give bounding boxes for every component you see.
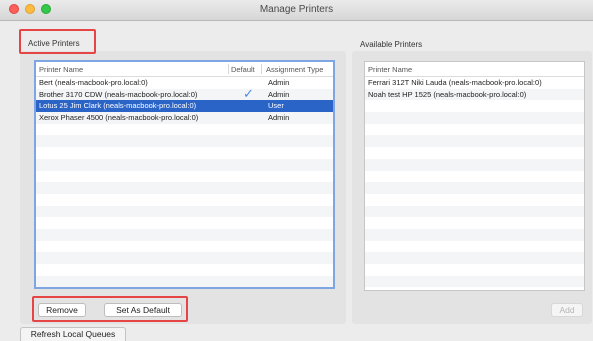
table-row: [36, 228, 333, 241]
table-row: [36, 194, 333, 206]
remove-button[interactable]: Remove: [38, 303, 86, 317]
refresh-local-queues-button[interactable]: Refresh Local Queues: [20, 327, 126, 341]
table-row: [36, 241, 333, 253]
table-row: [36, 275, 333, 287]
table-row: [365, 147, 584, 159]
table-row: [36, 182, 333, 194]
table-row: [365, 100, 584, 112]
add-button[interactable]: Add: [551, 303, 583, 317]
assignment-type-cell: Admin: [268, 89, 290, 99]
assignment-type-cell: User: [268, 101, 284, 111]
printer-name-cell: Ferrari 312T Niki Lauda (neals-macbook-p…: [368, 78, 542, 87]
table-row: [365, 158, 584, 171]
table-row: [36, 171, 333, 183]
table-row: [365, 135, 584, 148]
table-row: [365, 171, 584, 183]
table-row: [36, 217, 333, 229]
table-row: [365, 275, 584, 288]
table-row: [365, 252, 584, 264]
assignment-type-cell: Admin: [268, 113, 290, 123]
table-row: [365, 124, 584, 136]
available-printers-table[interactable]: Printer Name Ferrari 312T Niki Lauda (ne…: [364, 61, 585, 291]
table-row: [365, 217, 584, 229]
table-row: [365, 228, 584, 241]
table-row[interactable]: Ferrari 312T Niki Lauda (neals-macbook-p…: [365, 77, 584, 89]
table-row: [36, 135, 333, 148]
title-bar: Manage Printers: [0, 0, 593, 21]
set-as-default-button[interactable]: Set As Default: [104, 303, 182, 317]
table-row[interactable]: Xerox Phaser 4500 (neals-macbook-pro.loc…: [36, 112, 333, 124]
printer-name-cell: Brother 3170 CDW (neals-macbook-pro.loca…: [39, 89, 198, 99]
table-row[interactable]: Bert (neals-macbook-pro.local:0) Admin: [36, 77, 333, 89]
table-row: [36, 124, 333, 136]
table-header: Printer Name: [365, 62, 584, 77]
printer-name-cell: Lotus 25 Jim Clark (neals-macbook-pro.lo…: [39, 101, 197, 111]
printer-name-cell: Xerox Phaser 4500 (neals-macbook-pro.loc…: [39, 113, 199, 123]
table-row[interactable]: Brother 3170 CDW (neals-macbook-pro.loca…: [36, 85, 333, 101]
column-header-printer-name[interactable]: Printer Name: [368, 65, 412, 74]
table-row: [365, 182, 584, 194]
active-printers-table[interactable]: Printer Name Default Assignment Type Ber…: [34, 60, 335, 289]
table-row: [365, 241, 584, 253]
table-row[interactable]: Noah test HP 1525 (neals-macbook-pro.loc…: [365, 88, 584, 101]
table-row: [36, 158, 333, 171]
column-header-default[interactable]: Default: [231, 65, 255, 74]
table-row: [365, 194, 584, 206]
table-row[interactable]: Lotus 25 Jim Clark (neals-macbook-pro.lo…: [36, 100, 333, 113]
available-printers-label: Available Printers: [360, 40, 423, 49]
table-row: [365, 112, 584, 124]
printer-name-cell: Bert (neals-macbook-pro.local:0): [39, 78, 148, 87]
printer-name-cell: Noah test HP 1525 (neals-macbook-pro.loc…: [368, 89, 527, 99]
table-row: [36, 264, 333, 276]
checkmark-icon: ✓: [243, 85, 254, 101]
column-header-assignment-type[interactable]: Assignment Type: [266, 65, 323, 74]
table-row: [36, 147, 333, 159]
window-title: Manage Printers: [259, 4, 334, 15]
table-row: [36, 205, 333, 218]
column-header-printer-name[interactable]: Printer Name: [39, 65, 83, 74]
table-row: [36, 252, 333, 264]
table-row: [365, 205, 584, 218]
assignment-type-cell: Admin: [268, 78, 290, 87]
table-header: Printer Name Default Assignment Type: [36, 62, 333, 77]
table-row: [365, 264, 584, 276]
active-printers-highlight: [19, 29, 96, 54]
